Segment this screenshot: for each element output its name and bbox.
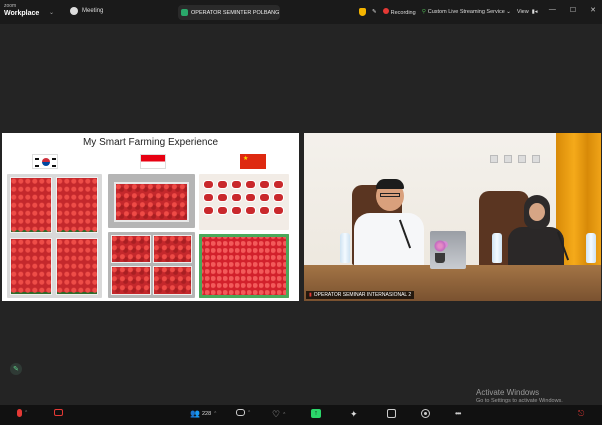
shared-screen-panel[interactable]: My Smart Farming Experience ★ [2, 133, 299, 301]
participants-icon: 👥 [190, 409, 200, 418]
water-bottle [586, 233, 596, 263]
speaker-body [354, 213, 424, 273]
live-stream-indicator[interactable]: ⚲ Custom Live Streaming Service ⌄ [422, 9, 511, 15]
wall-outlet [490, 155, 498, 163]
chevron-down-icon[interactable]: ⌄ [49, 9, 54, 16]
zoom-window: zoom Workplace ⌄ Meeting OPERATOR SEMINT… [0, 0, 602, 425]
indonesia-flag-image [140, 154, 166, 169]
video-button[interactable] [54, 409, 63, 416]
water-bottle [340, 233, 350, 263]
maximize-icon[interactable]: ☐ [570, 6, 576, 14]
water-bottle [492, 233, 502, 263]
apps-icon [387, 409, 396, 418]
more-dots-icon: ••• [455, 409, 461, 418]
meeting-title-tab[interactable]: OPERATOR SEMINTER POLBANG [178, 5, 280, 20]
activate-windows-watermark: Activate Windows Go to Settings to activ… [476, 388, 563, 406]
security-shield-icon[interactable] [359, 8, 366, 16]
watermark-title: Activate Windows [476, 388, 540, 397]
more-button[interactable]: ••• [455, 409, 461, 418]
wall-outlet [504, 155, 512, 163]
speaker-glasses [380, 193, 400, 197]
signal-icon: ▮ [309, 292, 312, 298]
recording-label: Recording [390, 10, 416, 16]
chevron-up-icon[interactable]: ⌃ [282, 412, 286, 418]
meeting-title: OPERATOR SEMINTER POLBANG [191, 9, 280, 16]
orchid-flower [429, 239, 451, 253]
chat-button[interactable]: ⌃ [236, 409, 251, 416]
participants-button[interactable]: 👥 228 ⌃ [190, 409, 217, 418]
apps-button[interactable] [387, 409, 396, 418]
meeting-tab-label: Meeting [82, 8, 104, 14]
meeting-info-icon [181, 9, 188, 16]
status-group: ✎ Recording ⚲ Custom Live Streaming Servi… [359, 5, 538, 19]
title-bar: zoom Workplace ⌄ Meeting OPERATOR SEMINT… [0, 0, 602, 24]
recording-indicator[interactable]: Recording [382, 8, 416, 16]
record-icon [421, 409, 430, 418]
ai-companion-button[interactable]: ✦ [350, 409, 358, 420]
record-button[interactable] [421, 409, 430, 418]
view-button[interactable]: View ▮◂ [517, 9, 538, 15]
slide-title: My Smart Farming Experience [82, 137, 219, 148]
share-button[interactable]: ↑ [311, 409, 321, 418]
sparkle-icon: ✦ [350, 409, 358, 419]
wall-outlet [532, 155, 540, 163]
edit-pen-icon[interactable]: ✎ [10, 363, 22, 375]
chevron-down-icon: ⌄ [506, 9, 511, 15]
live-stream-icon: ⚲ [421, 9, 426, 15]
chevron-up-icon[interactable]: ⌃ [247, 410, 251, 416]
chat-icon [236, 409, 245, 416]
chevron-up-icon[interactable]: ⌃ [213, 411, 217, 417]
korea-strawberry-photo [7, 174, 102, 298]
brand-zoom: zoom [4, 3, 17, 9]
reactions-button[interactable]: ♡ ⌃ [272, 409, 286, 420]
chevron-up-icon[interactable]: ⌃ [24, 410, 28, 416]
share-screen-icon: ↑ [311, 409, 321, 418]
meeting-toolbar: ⌃ 👥 228 ⌃ ⌃ ♡ ⌃ ↑ ✦ ••• ⎋ [0, 405, 602, 425]
participants-count: 228 [201, 410, 212, 417]
china-strawberry-photo-top [199, 174, 289, 230]
leave-icon: ⎋ [578, 409, 585, 418]
china-strawberry-photo-bottom [199, 234, 289, 298]
minimize-icon[interactable]: — [549, 6, 556, 14]
audio-status-icon[interactable]: ✎ [372, 9, 377, 15]
indonesia-strawberry-photo-bottom [108, 232, 195, 298]
brand-workplace: Workplace [4, 10, 40, 17]
microphone-muted-icon [17, 409, 22, 417]
view-label: View [516, 9, 529, 15]
participant-name-tag: ▮ OPERATOR SEMINAR INTERNASIONAL 2 [306, 291, 415, 299]
close-icon[interactable]: ✕ [590, 6, 596, 14]
view-icon: ▮◂ [531, 9, 538, 15]
wall-outlet [518, 155, 526, 163]
china-flag-image: ★ [240, 154, 266, 169]
meeting-icon [70, 7, 78, 15]
audio-button[interactable]: ⌃ [17, 409, 28, 417]
heart-icon: ♡ [272, 409, 281, 419]
korea-flag-image [32, 154, 58, 169]
speaker-hair [376, 179, 404, 189]
app-brand[interactable]: zoom Workplace [4, 3, 39, 17]
participant-video-tile[interactable]: ▮ OPERATOR SEMINAR INTERNASIONAL 2 [304, 133, 601, 301]
flower-pot [435, 253, 445, 263]
live-stream-label: Custom Live Streaming Service [427, 9, 505, 15]
indonesia-strawberry-photo-top [108, 174, 195, 228]
leave-button[interactable]: ⎋ [578, 409, 588, 418]
meeting-tab[interactable]: Meeting [70, 7, 103, 15]
moderator-face [529, 203, 545, 221]
recording-dot-icon [382, 8, 389, 14]
video-off-icon [54, 409, 63, 416]
participant-name: OPERATOR SEMINAR INTERNASIONAL 2 [313, 292, 412, 298]
window-controls: — ☐ ✕ [549, 6, 596, 14]
moderator-body [508, 227, 564, 267]
